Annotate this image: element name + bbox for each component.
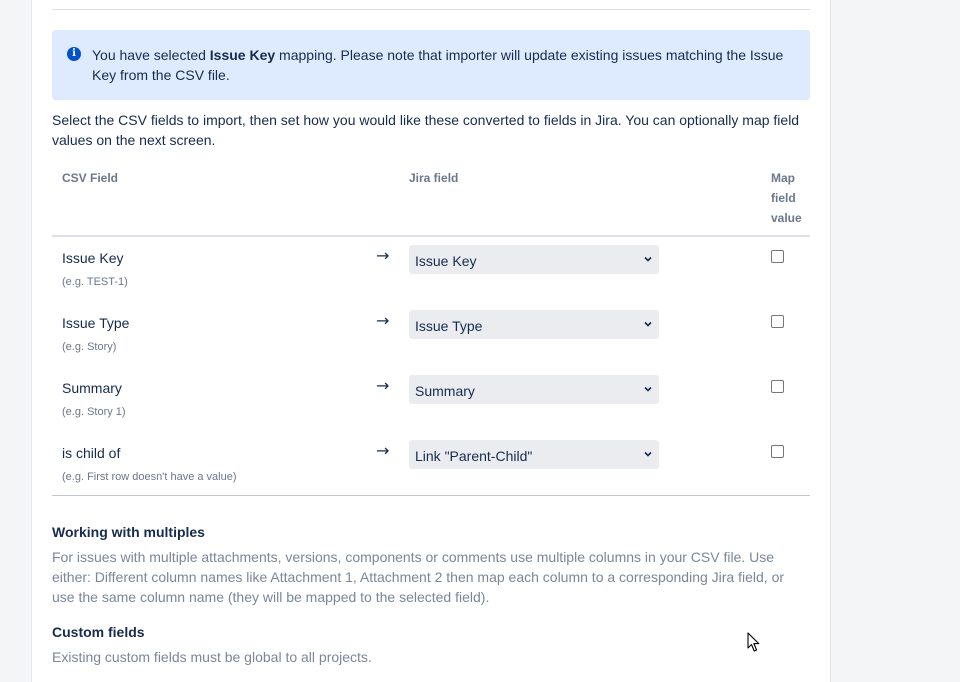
map-field-value-checkbox[interactable] xyxy=(771,445,784,458)
header-csv-field: CSV Field xyxy=(62,171,119,185)
jira-field-value: Issue Type xyxy=(415,318,483,334)
table-row: Summary (e.g. Story 1) → Summary xyxy=(52,370,810,435)
header-jira-field: Jira field xyxy=(409,171,459,185)
info-message: i You have selected Issue Key mapping. P… xyxy=(52,30,810,100)
mouse-pointer-icon xyxy=(747,632,760,652)
chevron-down-icon xyxy=(644,386,652,392)
table-footer-divider xyxy=(52,495,810,496)
arrow-icon: → xyxy=(376,376,390,395)
csv-field-example: (e.g. First row doesn't have a value) xyxy=(62,471,237,483)
arrow-icon: → xyxy=(376,441,390,460)
map-field-value-checkbox[interactable] xyxy=(771,250,784,263)
header-map-field-value: Map field value xyxy=(771,171,802,225)
jira-field-value: Summary xyxy=(415,383,475,399)
multiples-description: For issues with multiple attachments, ve… xyxy=(52,549,785,605)
chevron-down-icon xyxy=(644,451,652,457)
arrow-icon: → xyxy=(376,311,390,330)
csv-field-example: (e.g. TEST-1) xyxy=(62,276,128,288)
info-text-bold: Issue Key xyxy=(209,47,276,63)
table-row: is child of (e.g. First row doesn't have… xyxy=(52,435,810,500)
map-field-value-checkbox[interactable] xyxy=(771,380,784,393)
csv-field-name: Summary xyxy=(62,380,122,396)
jira-field-select[interactable]: Issue Key xyxy=(409,245,659,274)
multiples-heading: Working with multiples xyxy=(52,524,205,540)
csv-field-name: is child of xyxy=(62,445,121,461)
table-row: Issue Type (e.g. Story) → Issue Type xyxy=(52,305,810,370)
csv-field-example: (e.g. Story) xyxy=(62,341,117,353)
arrow-icon: → xyxy=(376,246,390,265)
map-field-value-checkbox[interactable] xyxy=(771,315,784,328)
intro-text: Select the CSV fields to import, then se… xyxy=(52,112,800,148)
jira-field-value: Link "Parent-Child" xyxy=(415,448,533,464)
custom-fields-heading: Custom fields xyxy=(52,624,145,640)
table-row: Issue Key (e.g. TEST-1) → Issue Key xyxy=(52,240,810,305)
chevron-down-icon xyxy=(644,256,652,262)
custom-fields-description: Existing custom fields must be global to… xyxy=(52,649,372,665)
jira-field-select[interactable]: Summary xyxy=(409,375,659,404)
table-header-divider xyxy=(52,235,810,237)
divider xyxy=(52,9,810,10)
jira-field-value: Issue Key xyxy=(415,253,477,269)
chevron-down-icon xyxy=(644,321,652,327)
jira-field-select[interactable]: Issue Type xyxy=(409,310,659,339)
info-text-before: You have selected xyxy=(92,47,210,63)
csv-field-name: Issue Key xyxy=(62,250,124,266)
info-icon: i xyxy=(67,47,81,61)
jira-field-select[interactable]: Link "Parent-Child" xyxy=(409,440,659,469)
csv-field-name: Issue Type xyxy=(62,315,130,331)
csv-field-example: (e.g. Story 1) xyxy=(62,406,126,418)
